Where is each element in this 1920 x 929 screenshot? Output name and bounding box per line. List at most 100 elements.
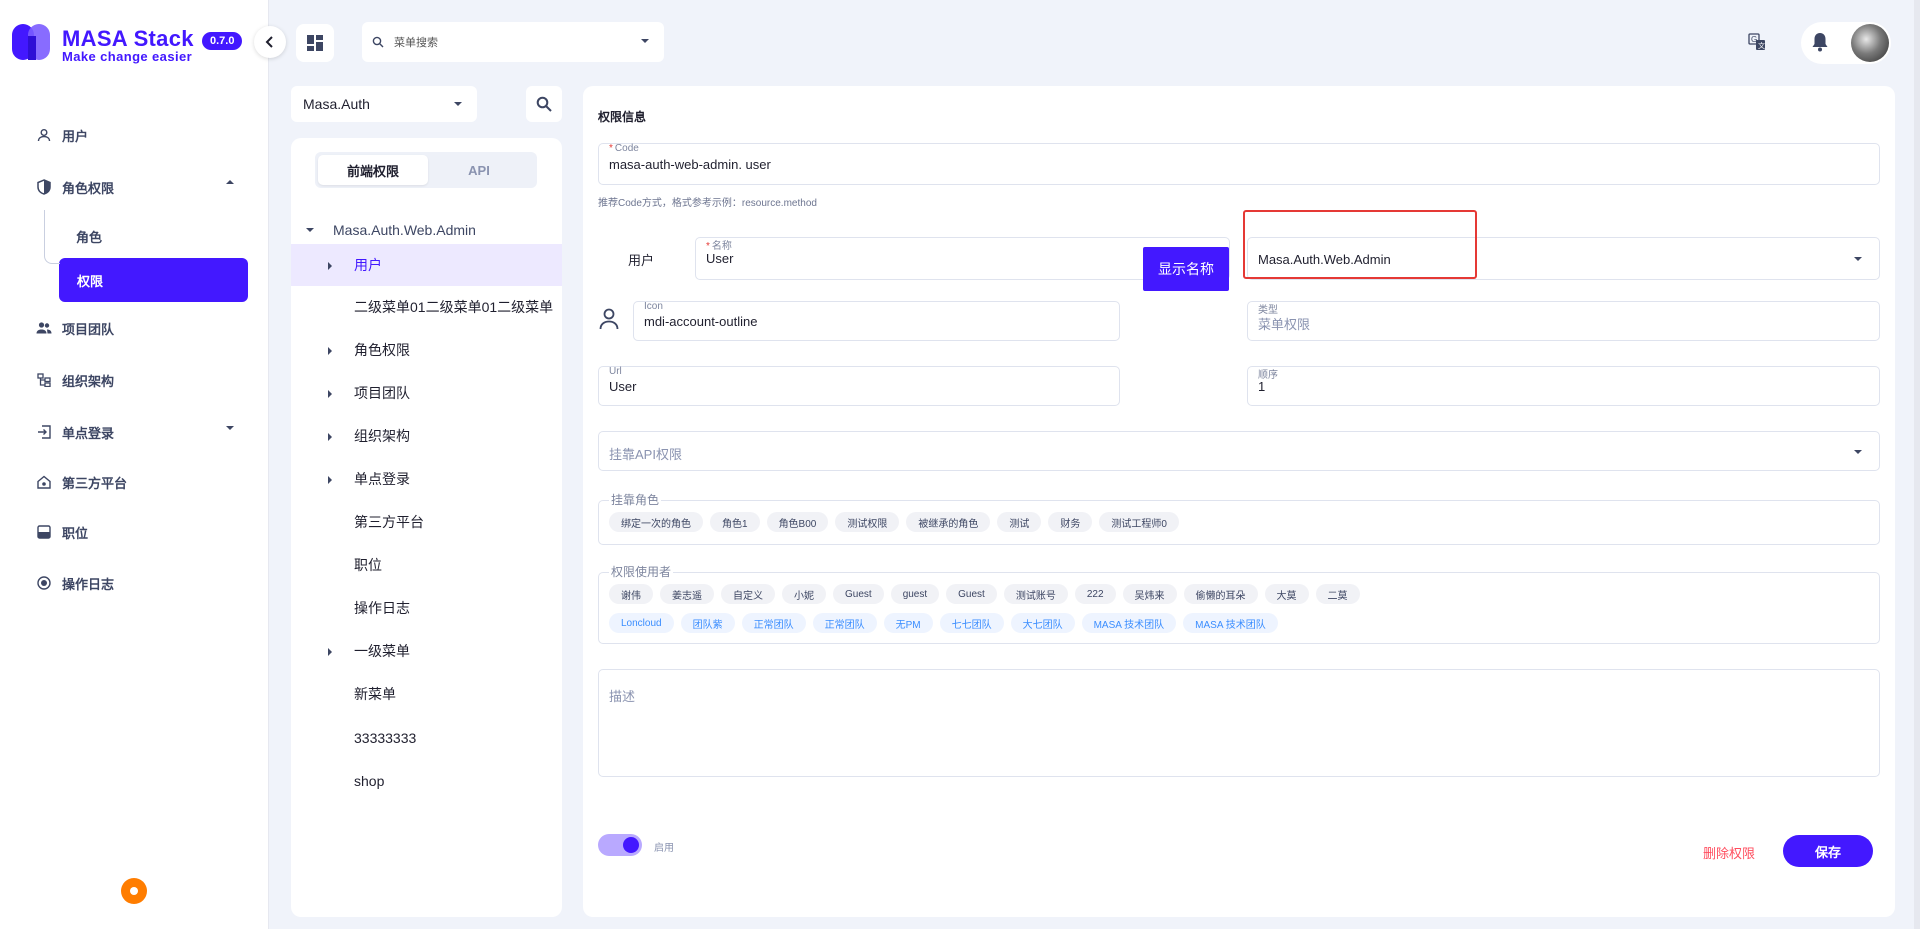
badge-icon [36, 524, 52, 540]
floating-assistant-button[interactable] [121, 878, 147, 904]
team-chip[interactable]: 正常团队 [741, 613, 806, 633]
type-field: 类型 菜单权限 [1247, 301, 1880, 341]
roles-chip-row: 绑定一次的角色 角色1 角色B00 测试权限 被继承的角色 测试 财务 测试工程… [609, 512, 1179, 532]
sidebar-item-third-party[interactable]: 第三方平台 [0, 458, 269, 506]
role-chip[interactable]: 财务 [1048, 512, 1093, 532]
translate-icon[interactable]: G文 [1745, 30, 1769, 54]
sidebar-item-label: 组织架构 [62, 373, 115, 389]
sidebar-collapse-button[interactable] [254, 26, 286, 58]
user-avatar[interactable] [1851, 24, 1889, 62]
tree-node-label: Masa.Auth.Web.Admin [333, 222, 476, 238]
user-chip[interactable]: 姜志遥 [660, 584, 714, 604]
caret-right-icon [328, 476, 332, 484]
team-chip[interactable]: 无PM [883, 613, 933, 633]
team-chip[interactable]: MASA 技术团队 [1183, 613, 1278, 633]
user-chip[interactable]: guest [890, 584, 940, 604]
tree-node[interactable]: 33333333 [291, 717, 562, 759]
tree-node[interactable]: 单点登录 [291, 458, 562, 500]
role-chip[interactable]: 绑定一次的角色 [609, 512, 703, 532]
user-chip[interactable]: 小妮 [782, 584, 826, 604]
enabled-toggle[interactable] [598, 834, 642, 856]
user-chip[interactable]: 二莫 [1315, 584, 1360, 604]
role-chip[interactable]: 测试 [997, 512, 1042, 532]
app-select-value: Masa.Auth [303, 96, 370, 112]
tree-node-label: 操作日志 [354, 600, 410, 616]
caret-down-icon [1854, 257, 1862, 261]
tree-node[interactable]: 组织架构 [291, 415, 562, 457]
tree-node-users[interactable]: 用户 [291, 244, 562, 286]
sidebar-item-label: 项目团队 [62, 321, 115, 337]
team-chip[interactable]: 正常团队 [812, 613, 877, 633]
url-field[interactable]: Url User [598, 366, 1120, 406]
tab-frontend-permissions[interactable]: 前端权限 [318, 155, 428, 185]
sidebar-item-project-teams[interactable]: 项目团队 [0, 302, 269, 354]
user-chip[interactable]: Guest [833, 584, 884, 604]
role-chip[interactable]: 角色B00 [766, 512, 829, 532]
sidebar-subitem-roles[interactable]: 角色 [0, 214, 269, 258]
tree-node[interactable]: 角色权限 [291, 329, 562, 371]
menu-search-input[interactable]: 菜单搜索 [362, 22, 664, 62]
tree-node-label: shop [354, 773, 385, 789]
user-chip[interactable]: 吴炜来 [1122, 584, 1177, 604]
account-outline-icon [599, 308, 619, 330]
team-chip[interactable]: 大七团队 [1010, 613, 1075, 633]
user-chip[interactable]: 222 [1074, 584, 1116, 604]
tab-api[interactable]: API [424, 155, 534, 185]
tree-node[interactable]: 操作日志 [291, 587, 562, 629]
tree-node[interactable]: 二级菜单01二级菜单01二级菜单 [291, 286, 562, 328]
save-button[interactable]: 保存 [1783, 835, 1873, 867]
user-chip[interactable]: 大莫 [1264, 584, 1309, 604]
login-icon [36, 424, 52, 440]
brand-logo[interactable]: MASA Stack Make change easier 0.7.0 [12, 22, 262, 66]
sidebar-item-users[interactable]: 用户 [0, 110, 269, 160]
role-chip[interactable]: 测试权限 [835, 512, 900, 532]
svg-text:文: 文 [1758, 41, 1765, 50]
user-chip[interactable]: 谢伟 [609, 584, 653, 604]
tree-node[interactable]: 一级菜单 [291, 630, 562, 672]
app-grid-button[interactable] [296, 24, 334, 62]
user-chip[interactable]: 偷懒的耳朵 [1183, 584, 1258, 604]
permission-type-tabs: 前端权限 API [315, 152, 537, 188]
sidebar-item-sso[interactable]: 单点登录 [0, 406, 269, 458]
chevron-left-icon [265, 36, 273, 48]
role-chip[interactable]: 被继承的角色 [906, 512, 991, 532]
app-select[interactable]: Masa.Auth [291, 86, 477, 122]
tree-node-label: 用户 [354, 257, 382, 273]
highlight-box [1243, 210, 1477, 279]
tree-search-button[interactable] [526, 86, 562, 122]
role-chip[interactable]: 角色1 [710, 512, 760, 532]
sidebar-item-positions[interactable]: 职位 [0, 506, 269, 558]
page-scrollbar[interactable] [1914, 0, 1920, 929]
api-permissions-select[interactable]: 挂靠API权限 [598, 431, 1880, 471]
api-permissions-placeholder: 挂靠API权限 [609, 447, 682, 462]
code-label: * Code [609, 143, 639, 154]
team-chip[interactable]: MASA 技术团队 [1081, 613, 1177, 633]
team-chip[interactable]: Loncloud [609, 613, 674, 633]
tree-node[interactable]: 职位 [291, 544, 562, 586]
sidebar-item-label: 职位 [62, 525, 89, 541]
user-chip[interactable]: Guest [946, 584, 997, 604]
sidebar-item-operation-log[interactable]: 操作日志 [0, 558, 269, 608]
sidebar-item-org-structure[interactable]: 组织架构 [0, 354, 269, 406]
code-field[interactable]: * Code masa-auth-web-admin. user [598, 143, 1880, 185]
description-textarea[interactable]: 描述 [598, 669, 1880, 777]
notification-bell-icon[interactable] [1811, 32, 1829, 57]
team-chip[interactable]: 七七团队 [939, 613, 1004, 633]
tree-node[interactable]: 第三方平台 [291, 501, 562, 543]
permission-detail-card: 权限信息 * Code masa-auth-web-admin. user 推荐C… [583, 86, 1895, 917]
delete-permission-button[interactable]: 删除权限 [1703, 843, 1755, 862]
tree-node[interactable]: 项目团队 [291, 372, 562, 414]
tree-node[interactable]: shop [291, 760, 562, 802]
order-field[interactable]: 顺序 1 [1247, 366, 1880, 406]
sidebar-subitem-permissions[interactable]: 权限 [59, 258, 248, 302]
role-chip[interactable]: 测试工程师0 [1099, 512, 1179, 532]
show-name-button[interactable]: 显示名称 [1143, 247, 1229, 291]
tree-node[interactable]: 新菜单 [291, 673, 562, 715]
team-chip[interactable]: 团队紫 [680, 613, 735, 633]
icon-field[interactable]: Icon mdi-account-outline [633, 301, 1120, 341]
sidebar-item-label: 第三方平台 [62, 475, 128, 491]
user-chip-row: 谢伟 姜志遥 自定义 小妮 Guest guest Guest 测试账号 222… [609, 584, 1360, 604]
user-chip[interactable]: 测试账号 [1003, 584, 1068, 604]
user-chip[interactable]: 自定义 [721, 584, 775, 604]
sidebar-item-role-permissions[interactable]: 角色权限 [0, 160, 269, 214]
